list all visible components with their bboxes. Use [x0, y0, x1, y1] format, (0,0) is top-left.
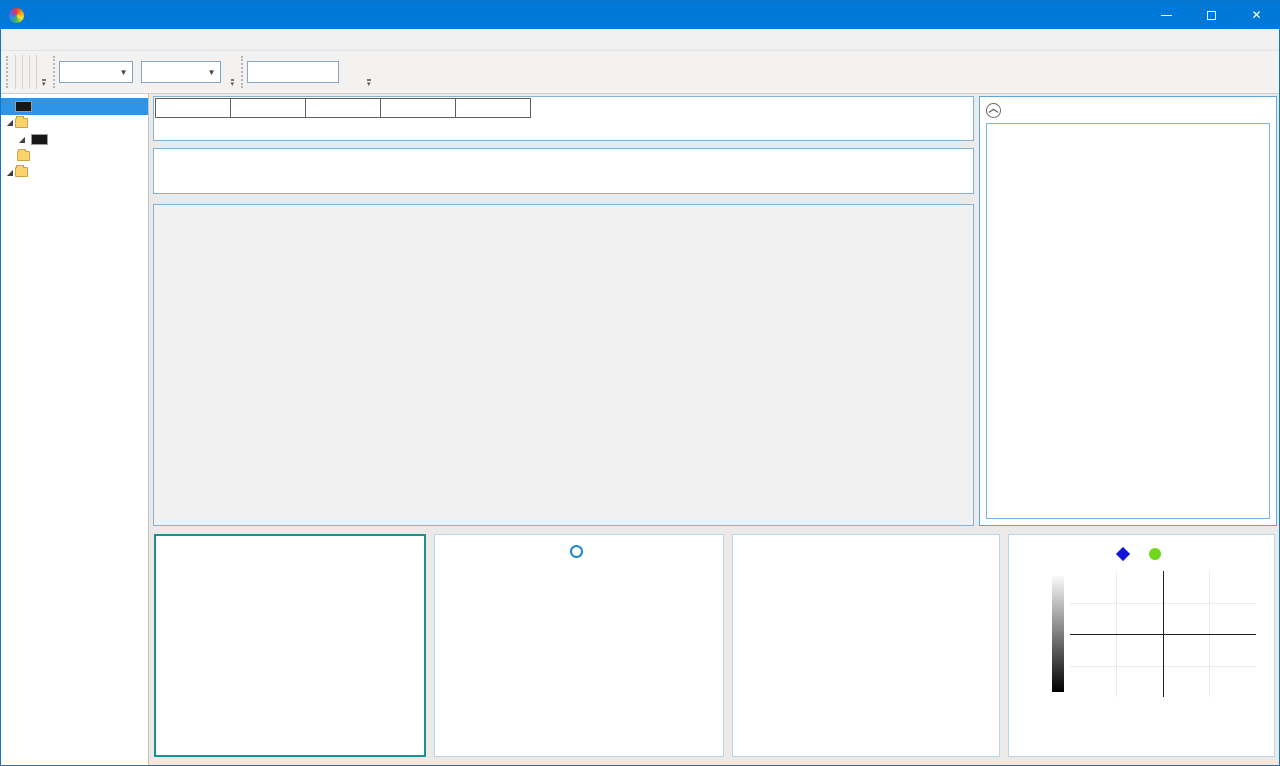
illuminant-select[interactable]: ▼ [141, 61, 221, 83]
toolbar-grip [6, 56, 8, 88]
tree-folder-standard[interactable]: ◢ [1, 115, 148, 132]
lightness-gradient-bar [1052, 576, 1064, 692]
sci-sce-select[interactable]: ▼ [59, 61, 133, 83]
color-swatch [15, 101, 32, 112]
color-wheel-panel[interactable] [1008, 534, 1275, 757]
app-window: ✕ ▾ ▼ ▼ [0, 0, 1280, 766]
tree-item-selected[interactable] [1, 98, 148, 115]
tree-item-standard[interactable]: ◢ [1, 131, 148, 148]
spectral-panel[interactable] [732, 534, 1000, 757]
sample-grid-box [153, 204, 974, 526]
toolbar: ▾ ▼ ▼ ▾ ▾ [1, 51, 1279, 94]
maximize-button[interactable] [1189, 1, 1234, 29]
maximize-icon [1207, 11, 1216, 20]
toolbar-separator [36, 55, 37, 89]
search-button[interactable] [339, 60, 365, 84]
delta-e-line-chart [434, 563, 724, 713]
minimize-button[interactable] [1144, 1, 1189, 29]
folder-icon [15, 167, 28, 177]
toolbar-separator [29, 55, 30, 89]
folder-icon [17, 151, 30, 161]
color-difference-panel: ︿ [979, 96, 1277, 526]
toolbar-overflow-icon[interactable]: ▾ [42, 79, 46, 88]
menu-bar [1, 29, 1279, 51]
close-button[interactable]: ✕ [1234, 1, 1279, 29]
folder-icon [15, 118, 28, 128]
chevron-down-icon: ▼ [208, 68, 216, 77]
standard-marker-icon [1115, 547, 1129, 561]
search-icon [344, 64, 360, 80]
chevron-down-icon: ▼ [120, 68, 128, 77]
search-input[interactable] [247, 61, 339, 83]
toolbar-grip [53, 56, 55, 88]
tree-folder-absolute[interactable] [1, 148, 148, 165]
toolbar-separator [15, 55, 16, 89]
standard-box [153, 148, 974, 194]
titlebar: ✕ [1, 1, 1279, 29]
toolbar-overflow-icon[interactable]: ▾ [367, 79, 371, 88]
tolerance-box [153, 96, 974, 141]
sample-marker-icon [1149, 548, 1161, 560]
collapse-icon[interactable]: ︿ [986, 103, 1001, 118]
expander-icon[interactable]: ◢ [5, 118, 15, 127]
delta-e-trend-panel[interactable] [434, 534, 724, 757]
minimize-icon [1161, 15, 1172, 16]
sample-tree: ◢ ◢ ◢ [1, 94, 149, 765]
expander-icon[interactable]: ◢ [17, 135, 27, 144]
toolbar-overflow-icon[interactable]: ▾ [231, 79, 235, 88]
tolerance-table [155, 98, 531, 118]
delta-ab-scatter-panel[interactable] [154, 534, 426, 757]
delta-ab-scatter-chart [156, 571, 290, 721]
toolbar-grip [241, 56, 243, 88]
expander-icon[interactable]: ◢ [5, 168, 15, 177]
color-swatch [31, 134, 48, 145]
tree-folder-all[interactable]: ◢ [1, 164, 148, 181]
tolerance-row[interactable] [156, 98, 531, 117]
toolbar-separator [22, 55, 23, 89]
spectral-reflectance-chart [733, 535, 999, 685]
charts-row [149, 526, 1279, 765]
delta-l-scatter-chart [290, 571, 424, 721]
legend-marker-icon [570, 545, 583, 558]
app-logo-icon [9, 8, 24, 23]
ab-color-wheel [1070, 571, 1256, 697]
